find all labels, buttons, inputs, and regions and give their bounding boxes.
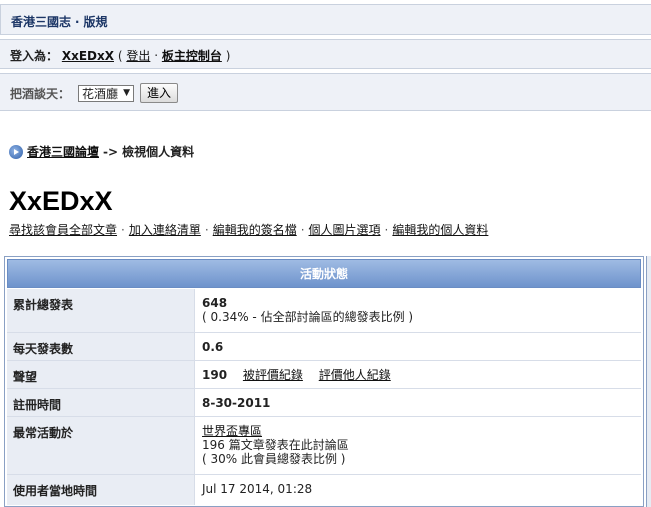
separator-dot: · (204, 223, 209, 237)
table-row: 累計總發表 648 ( 0.34% - 佔全部討論區的總發表比例 ) (7, 289, 641, 333)
total-posts-value: 648 (202, 296, 228, 310)
logout-link[interactable]: 登出 (126, 49, 150, 63)
enter-button[interactable]: 進入 (140, 83, 179, 103)
rated-by-link[interactable]: 被評價紀錄 (243, 368, 303, 382)
most-active-percent: ( 30% 此會員總發表比例 ) (202, 452, 346, 466)
table-row: 聲望 190 被評價紀錄 評價他人紀錄 (7, 361, 641, 389)
total-posts-label: 累計總發表 (7, 289, 195, 332)
most-active-label: 最常活動於 (7, 417, 195, 474)
registered-label: 註冊時間 (7, 389, 195, 416)
breadcrumb-home-link[interactable]: 香港三國論壇 (27, 143, 99, 160)
login-bar: 登入為： XxEDxX ( 登出 ‧ 板主控制台 ) (0, 39, 651, 69)
local-time-label: 使用者當地時間 (7, 475, 195, 505)
site-title: 香港三國志 ‧ 版規 (11, 15, 108, 29)
forum-nav-icon (9, 144, 23, 159)
open-paren: ( (117, 49, 123, 63)
local-time-value: Jul 17 2014, 01:28 (202, 482, 313, 496)
panel-edge (646, 256, 651, 507)
find-posts-link[interactable]: 尋找該會員全部文章 (9, 223, 117, 237)
admin-panel-link[interactable]: 板主控制台 (162, 49, 222, 63)
close-paren: ) (225, 49, 231, 63)
edit-profile-link[interactable]: 編輯我的個人資料 (392, 223, 488, 237)
forum-select[interactable]: 花酒廳 ▼ (78, 84, 135, 102)
breadcrumb-arrow: -> (103, 144, 119, 159)
most-active-posts: 196 篇文章發表在此討論區 (202, 438, 349, 452)
login-status: 登入為： XxEDxX ( 登出 ‧ 板主控制台 ) (10, 47, 230, 64)
separator-dot: ‧ (154, 49, 159, 63)
profile-links: 尋找該會員全部文章 · 加入連絡清單 · 編輯我的簽名檔 · 個人圖片選項 · 編輯我的個人資料 (9, 221, 488, 238)
table-row: 使用者當地時間 Jul 17 2014, 01:28 (7, 475, 641, 505)
most-active-forum-link[interactable]: 世界盃專區 (202, 424, 262, 438)
table-row: 最常活動於 世界盃專區 196 篇文章發表在此討論區 ( 30% 此會員總發表比… (7, 417, 641, 475)
total-posts-note: ( 0.34% - 佔全部討論區的總發表比例 ) (202, 310, 414, 324)
registered-value: 8-30-2011 (202, 396, 271, 410)
avatar-options-link[interactable]: 個人圖片選項 (309, 223, 381, 237)
add-contact-link[interactable]: 加入連絡清單 (129, 223, 201, 237)
profile-username: XxEDxX (9, 186, 113, 216)
table-row: 每天發表數 0.6 (7, 333, 641, 361)
breadcrumb-current: 檢視個人資料 (122, 145, 195, 159)
separator-dot: · (300, 223, 305, 237)
forum-select-value: 花酒廳 (82, 86, 119, 101)
site-title-bar: 香港三國志 ‧ 版規 (0, 4, 651, 35)
activity-panel: 活動狀態 累計總發表 648 ( 0.34% - 佔全部討論區的總發表比例 ) … (4, 256, 644, 507)
forum-jump-bar: 把酒談天： 花酒廳 ▼ 進入 (0, 73, 651, 111)
daily-posts-label: 每天發表數 (7, 333, 195, 360)
login-prefix: 登入為： (10, 49, 59, 63)
reputation-value: 190 (202, 368, 228, 382)
username-link[interactable]: XxEDxX (62, 49, 114, 63)
chevron-down-icon: ▼ (123, 88, 131, 98)
forum-jump-label: 把酒談天： (10, 86, 71, 101)
activity-panel-title: 活動狀態 (7, 259, 641, 288)
separator-dot: · (384, 223, 389, 237)
breadcrumb: 香港三國論壇 -> 檢視個人資料 (9, 143, 194, 160)
table-row: 註冊時間 8-30-2011 (7, 389, 641, 417)
rated-others-link[interactable]: 評價他人紀錄 (319, 368, 391, 382)
edit-signature-link[interactable]: 編輯我的簽名檔 (213, 223, 297, 237)
daily-posts-value: 0.6 (202, 340, 224, 354)
separator-dot: · (121, 223, 125, 237)
reputation-label: 聲望 (7, 361, 195, 388)
